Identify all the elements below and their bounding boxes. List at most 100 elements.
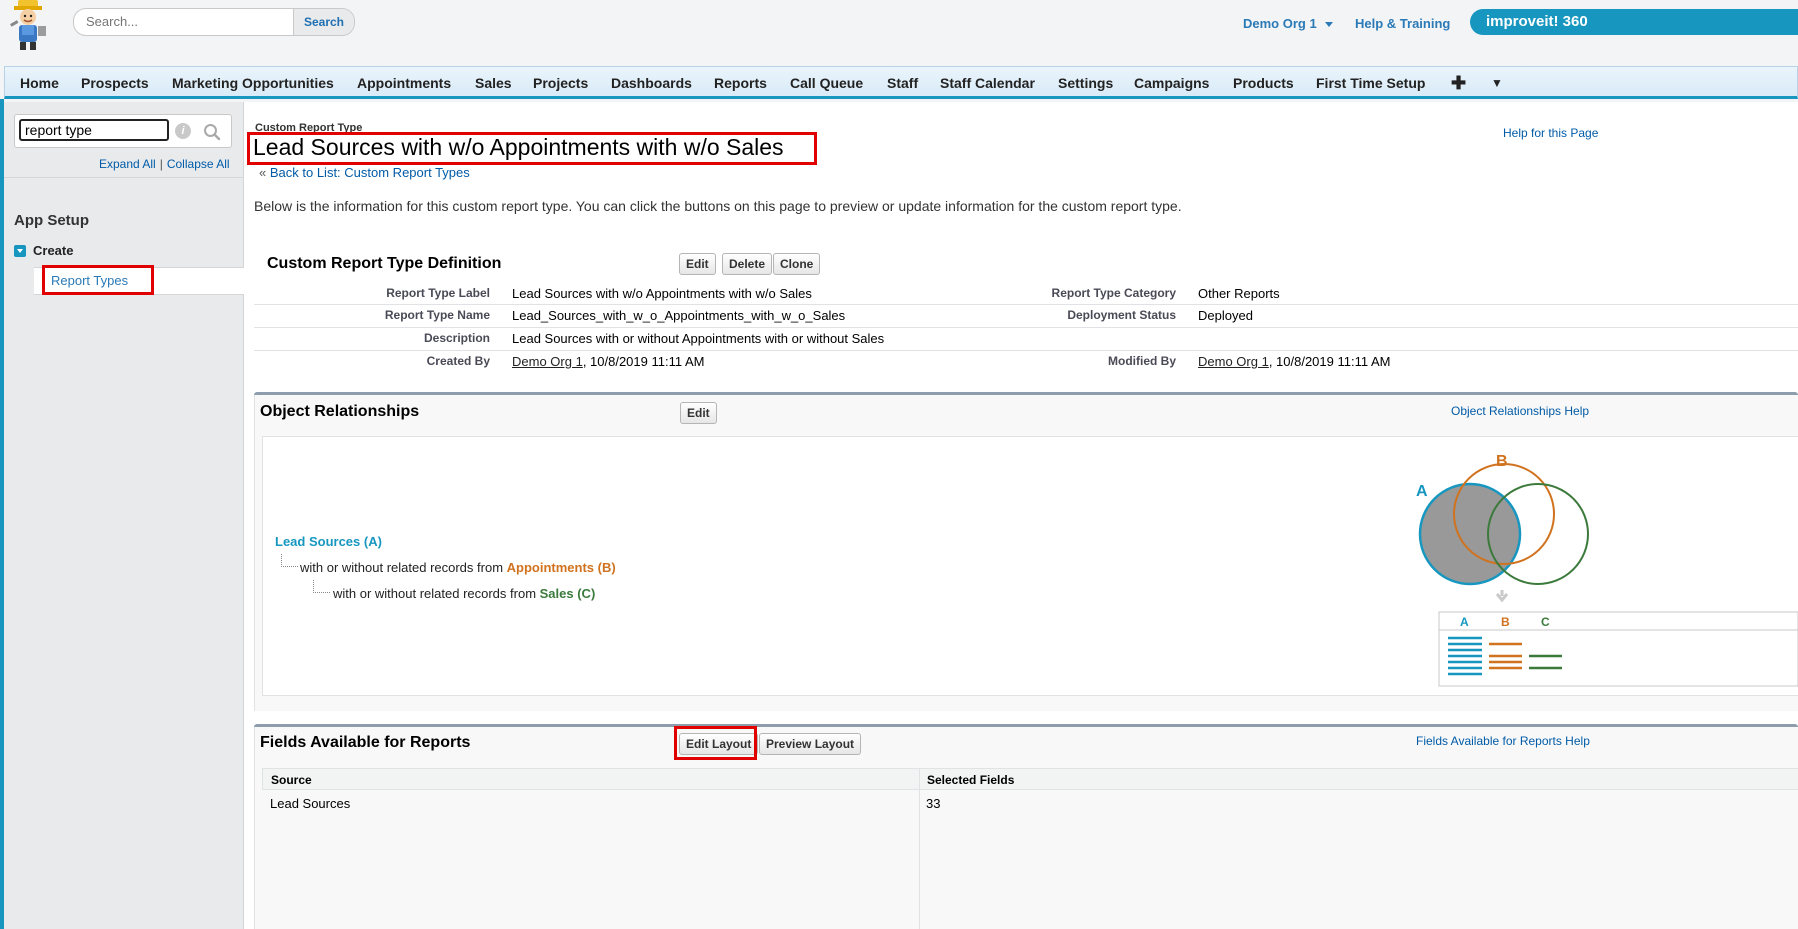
row-divider <box>254 350 1798 351</box>
collapse-toggle-icon[interactable] <box>14 245 26 257</box>
app-switcher-button[interactable]: improveit! 360 <box>1470 9 1798 35</box>
expand-all-link[interactable]: Expand All <box>99 157 156 171</box>
tab-home[interactable]: Home <box>20 67 59 97</box>
chevron-down-icon <box>1324 22 1333 28</box>
relationship-c-prefix: with or without related records from <box>333 586 540 601</box>
fields-section-title: Fields Available for Reports <box>260 734 471 751</box>
quick-find-input[interactable] <box>19 119 169 141</box>
fields-table-header: Source Selected Fields <box>262 768 1798 790</box>
row-divider <box>254 304 1798 305</box>
expand-collapse-links: Expand All | Collapse All <box>99 157 230 171</box>
field-value: Lead Sources with w/o Appointments with … <box>512 286 812 301</box>
field-label: Created By <box>426 354 490 368</box>
page-description: Below is the information for this custom… <box>254 198 1182 214</box>
setup-sidebar: i Expand All| Collapse All App Setup Crea… <box>4 102 244 929</box>
tab-sales[interactable]: Sales <box>475 67 512 97</box>
tab-bar: Home Prospects Marketing Opportunities A… <box>4 66 1798 99</box>
quick-find: i <box>14 114 232 148</box>
relationships-section-title: Object Relationships <box>260 403 420 420</box>
field-value: Demo Org 1, 10/8/2019 11:11 AM <box>512 354 704 369</box>
tab-staff-calendar[interactable]: Staff Calendar <box>940 67 1035 97</box>
relationship-object-b: with or without related records from App… <box>300 560 616 575</box>
tab-products[interactable]: Products <box>1233 67 1294 97</box>
org-menu-label: Demo Org 1 <box>1243 16 1317 31</box>
field-label: Report Type Label <box>386 286 490 300</box>
global-search-button[interactable]: Search <box>293 9 354 35</box>
tree-connector <box>281 554 298 567</box>
definition-section-title: Custom Report Type Definition <box>267 255 502 272</box>
arrow-down-icon <box>1495 590 1509 603</box>
edit-relationships-button[interactable]: Edit <box>680 402 717 424</box>
sidebar-item-create[interactable]: Create <box>33 243 73 258</box>
add-tab-plus-icon[interactable]: ✚ <box>1451 67 1466 97</box>
tab-dashboards[interactable]: Dashboards <box>611 67 692 97</box>
field-value: Demo Org 1, 10/8/2019 11:11 AM <box>1198 354 1390 369</box>
field-label: Report Type Name <box>384 308 490 322</box>
relationship-b-name: Appointments (B) <box>506 560 616 575</box>
field-value: Lead_Sources_with_w_o_Appointments_with_… <box>512 308 846 323</box>
tab-settings[interactable]: Settings <box>1058 67 1113 97</box>
tab-call-queue[interactable]: Call Queue <box>790 67 863 97</box>
help-training-link[interactable]: Help & Training <box>1355 16 1450 31</box>
app-setup-heading: App Setup <box>14 212 89 229</box>
tab-staff[interactable]: Staff <box>887 67 918 97</box>
venn-col-b: B <box>1501 615 1510 629</box>
column-divider <box>919 768 920 929</box>
global-search-input[interactable] <box>74 9 303 33</box>
table-cell-source: Lead Sources <box>270 796 351 811</box>
highlight-box <box>42 265 154 295</box>
created-by-user-link[interactable]: Demo Org 1 <box>512 354 583 369</box>
back-arrow: « <box>259 165 267 180</box>
breadcrumb: « Back to List: Custom Report Types <box>259 165 470 180</box>
field-value: Other Reports <box>1198 286 1280 301</box>
venn-result-table <box>1438 611 1798 687</box>
delete-button[interactable]: Delete <box>722 253 773 275</box>
venn-col-a: A <box>1460 615 1469 629</box>
edit-button[interactable]: Edit <box>679 253 716 275</box>
venn-rows-a <box>1448 636 1482 676</box>
tab-prospects[interactable]: Prospects <box>81 67 149 97</box>
field-label: Report Type Category <box>1051 286 1176 300</box>
clone-button[interactable]: Clone <box>773 253 821 275</box>
mascot-logo-icon[interactable] <box>4 0 52 52</box>
tab-reports[interactable]: Reports <box>714 67 767 97</box>
field-value: Lead Sources with or without Appointment… <box>512 331 885 346</box>
tab-projects[interactable]: Projects <box>533 67 588 97</box>
tab-campaigns[interactable]: Campaigns <box>1134 67 1209 97</box>
tab-first-time-setup[interactable]: First Time Setup <box>1316 67 1425 97</box>
tab-appointments[interactable]: Appointments <box>357 67 451 97</box>
tab-marketing-opportunities[interactable]: Marketing Opportunities <box>172 67 334 97</box>
sidebar-divider <box>4 177 243 178</box>
venn-col-c: C <box>1541 615 1550 629</box>
main-content: Custom Report Type Lead Sources with w/o… <box>244 102 1798 929</box>
info-icon[interactable]: i <box>175 123 191 139</box>
header: Search Demo Org 1 Help & Training improv… <box>0 0 1798 66</box>
fields-section <box>254 727 1798 929</box>
separator: | <box>159 157 163 171</box>
venn-label-a: A <box>1416 483 1428 500</box>
more-tabs-chevron-down-icon[interactable]: ▼ <box>1491 67 1503 97</box>
relationship-b-prefix: with or without related records from <box>300 560 507 575</box>
field-value: Deployed <box>1198 308 1253 323</box>
help-for-this-page-link[interactable]: Help for this Page <box>1503 126 1598 140</box>
org-menu[interactable]: Demo Org 1 <box>1243 16 1333 31</box>
table-cell-selected-fields: 33 <box>926 796 941 811</box>
modified-by-date: , 10/8/2019 11:11 AM <box>1268 354 1391 369</box>
created-by-date: , 10/8/2019 11:11 AM <box>582 354 705 369</box>
object-relationships-help-link[interactable]: Object Relationships Help <box>1451 404 1589 418</box>
venn-diagram: A B A B C <box>1416 453 1798 687</box>
global-search: Search <box>73 8 355 36</box>
column-header-selected-fields: Selected Fields <box>927 773 1015 787</box>
search-icon[interactable] <box>203 123 221 141</box>
fields-available-help-link[interactable]: Fields Available for Reports Help <box>1416 734 1590 748</box>
modified-by-user-link[interactable]: Demo Org 1 <box>1198 354 1269 369</box>
preview-layout-button[interactable]: Preview Layout <box>759 733 862 755</box>
highlight-box <box>247 132 817 165</box>
column-header-source: Source <box>271 773 312 787</box>
collapse-all-link[interactable]: Collapse All <box>167 157 230 171</box>
relationship-object-c: with or without related records from Sal… <box>333 586 595 601</box>
relationship-c-name: Sales (C) <box>539 586 596 601</box>
row-divider <box>254 327 1798 328</box>
field-label: Deployment Status <box>1067 308 1176 322</box>
back-to-list-link[interactable]: Back to List: Custom Report Types <box>270 165 470 180</box>
